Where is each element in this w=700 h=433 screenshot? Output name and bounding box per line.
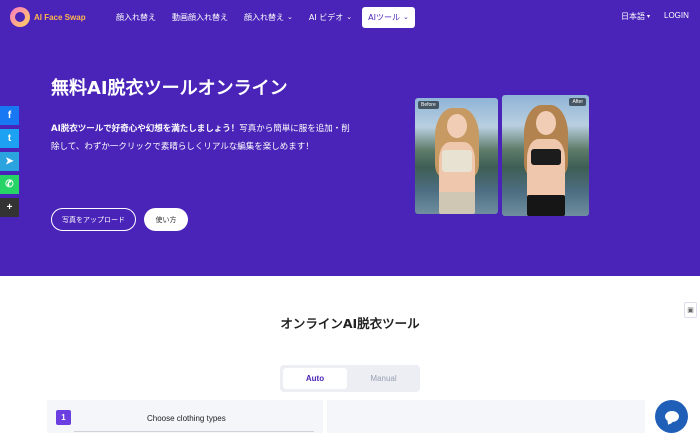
facebook-icon[interactable]: f [0, 106, 19, 125]
before-figure-top [442, 150, 472, 172]
share-plus-icon[interactable]: + [0, 198, 19, 217]
nav-item-2[interactable]: 顔入れ替え ⌄ [244, 12, 293, 23]
logo[interactable]: AI Face Swap [10, 7, 86, 27]
nav-item-label: 動画顔入れ替え [172, 12, 228, 22]
after-figure-face [536, 111, 556, 135]
tab-manual[interactable]: Manual [350, 368, 417, 389]
image-tool-icon[interactable]: ▣ [684, 302, 697, 318]
step-label: Choose clothing types [147, 414, 226, 423]
hero-section: 無料AI脱衣ツールオンライン AI脱衣ツールで好奇心や幻想を満たしましょう！写真… [0, 34, 700, 276]
nav-menu: 顔入れ替え 動画顔入れ替え 顔入れ替え ⌄ AI ビデオ ⌄ AIツール ⌄ [116, 0, 431, 34]
before-figure-face [447, 114, 467, 138]
after-figure-top [531, 149, 561, 165]
top-nav: AI Face Swap 顔入れ替え 動画顔入れ替え 顔入れ替え ⌄ AI ビデオ ⌄ AI… [0, 0, 700, 34]
upload-photo-button[interactable]: 写真をアップロード [51, 208, 136, 231]
how-to-button[interactable]: 使い方 [144, 208, 188, 231]
logo-icon [10, 7, 30, 27]
after-badge: After [569, 98, 586, 106]
nav-item-4[interactable]: AIツール ⌄ [362, 6, 415, 28]
nav-item-1[interactable]: 動画顔入れ替え [172, 12, 228, 23]
nav-item-0[interactable]: 顔入れ替え [116, 12, 156, 23]
chat-button[interactable] [655, 400, 688, 433]
language-label: 日本語 [621, 12, 645, 21]
language-selector[interactable]: 日本語 ▾ [621, 11, 650, 22]
before-figure-bottom [439, 192, 475, 214]
step-divider [74, 431, 314, 432]
nav-item-label: 顔入れ替え [116, 12, 156, 22]
chevron-down-icon: ▾ [647, 13, 651, 20]
chat-bubble-icon [664, 411, 679, 422]
after-photo: After [502, 95, 589, 216]
telegram-icon[interactable]: ➤ [0, 152, 19, 171]
twitter-icon[interactable]: t [0, 129, 19, 148]
chevron-down-icon: ⌄ [402, 13, 409, 21]
chevron-down-icon: ⌄ [287, 13, 293, 21]
hero-title: 無料AI脱衣ツールオンライン [51, 78, 288, 99]
preview-panel [327, 400, 645, 433]
logo-text: AI Face Swap [34, 12, 86, 22]
login-link[interactable]: LOGIN [664, 11, 689, 20]
hero-description-bold: AI脱衣ツールで好奇心や幻想を満たしましょう！ [51, 124, 240, 134]
section-title: オンラインAI脱衣ツール [280, 316, 420, 331]
whatsapp-icon[interactable]: ✆ [0, 175, 19, 194]
nav-item-label: AIツール [368, 12, 400, 22]
mode-toggle: Auto Manual [280, 365, 420, 392]
tab-auto[interactable]: Auto [283, 368, 347, 389]
nav-item-label: AI ビデオ [308, 12, 344, 22]
after-figure-bottom [527, 195, 565, 216]
before-photo: Before [415, 98, 498, 214]
nav-item-3[interactable]: AI ビデオ ⌄ [309, 12, 352, 23]
hero-description: AI脱衣ツールで好奇心や幻想を満たしましょう！写真から簡単に服を追加・削除して、… [51, 120, 351, 156]
nav-item-label: 顔入れ替え [244, 12, 284, 22]
step-number-badge: 1 [56, 410, 71, 425]
chevron-down-icon: ⌄ [346, 13, 353, 21]
before-badge: Before [418, 101, 439, 109]
